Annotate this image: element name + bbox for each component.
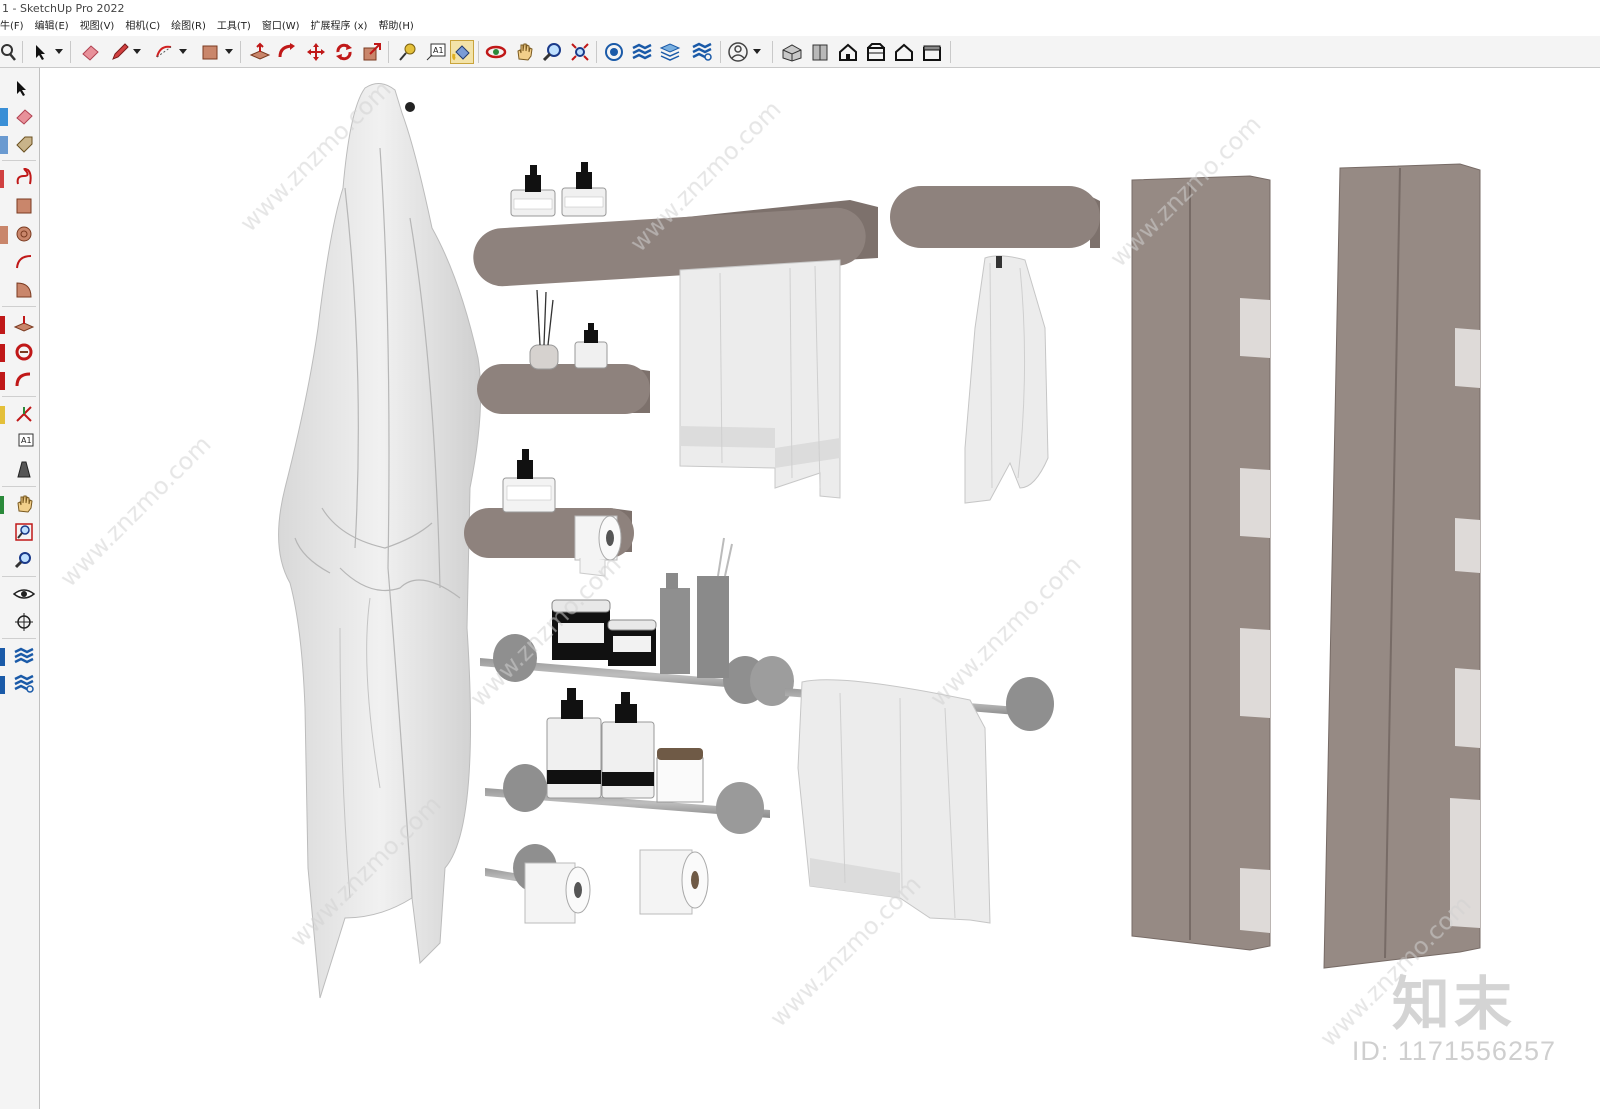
cosmetic-jar	[607, 619, 657, 666]
previous-view-icon[interactable]	[12, 548, 36, 572]
rotated-rectangle-icon[interactable]	[12, 194, 36, 218]
text-tool-icon[interactable]: A1	[424, 40, 448, 64]
text-tool-label: A1	[433, 46, 444, 55]
push-pull-icon[interactable]	[12, 312, 36, 336]
watermark: 知末 ID: 1171556257	[1352, 972, 1556, 1067]
menu-extensions[interactable]: 扩展程序 (x)	[311, 18, 368, 36]
soap-dispenser-metal	[660, 573, 690, 674]
paint-bucket-icon[interactable]	[450, 40, 474, 64]
watermark-text: www.znzmo.com	[54, 430, 216, 592]
eraser-icon[interactable]	[12, 104, 36, 128]
soap-bottle	[561, 162, 607, 217]
chevron-down-icon[interactable]	[52, 40, 66, 64]
freehand-icon[interactable]	[12, 166, 36, 190]
zoom-extents-icon[interactable]	[568, 40, 592, 64]
orbit-icon[interactable]	[484, 40, 508, 64]
model-viewport[interactable]: www.znzmo.com www.znzmo.com www.znzmo.co…	[40, 68, 1600, 1109]
follow-me-icon[interactable]	[276, 40, 300, 64]
pencil-icon[interactable]	[108, 40, 132, 64]
metal-rail-shelf-lower	[485, 688, 770, 834]
layers-icon[interactable]	[658, 40, 682, 64]
styles-icon[interactable]	[12, 672, 36, 696]
polygon-icon[interactable]	[12, 222, 36, 246]
metal-rail-shelf-upper	[480, 537, 794, 706]
diffuser-shelf	[477, 289, 650, 414]
position-camera-icon[interactable]	[12, 610, 36, 634]
look-around-icon[interactable]	[12, 582, 36, 606]
right-view-icon[interactable]	[864, 40, 888, 64]
menu-bar: 牛(F) 编辑(E) 视图(V) 相机(C) 绘图(R) 工具(T) 窗口(W)…	[0, 18, 1600, 36]
left-view-icon[interactable]	[920, 40, 944, 64]
chevron-down-icon[interactable]	[222, 40, 236, 64]
watermark-text: www.znzmo.com	[764, 870, 926, 1032]
pan-icon[interactable]	[512, 40, 536, 64]
text-tool-icon[interactable]: A1	[12, 430, 36, 454]
menu-view[interactable]: 视图(V)	[80, 18, 115, 36]
warehouse-icon[interactable]	[602, 40, 626, 64]
watermark-id: ID: 1171556257	[1351, 1036, 1556, 1066]
menu-camera[interactable]: 相机(C)	[125, 18, 160, 36]
zoom-tool-icon[interactable]	[540, 40, 564, 64]
axes-icon[interactable]	[12, 402, 36, 426]
watermark-text: www.znzmo.com	[924, 550, 1086, 712]
sandbox-icon[interactable]	[630, 40, 654, 64]
select-arrow-icon[interactable]	[12, 76, 36, 100]
tag-icon[interactable]	[12, 132, 36, 156]
soap-bottle	[510, 165, 556, 217]
soap-bottle	[601, 692, 655, 799]
soap-bottle	[574, 323, 608, 369]
tall-storage-column-left	[1131, 175, 1271, 951]
title-bar: 1 - SketchUp Pro 2022	[0, 0, 1600, 18]
menu-file[interactable]: 牛(F)	[0, 18, 24, 36]
front-view-icon[interactable]	[836, 40, 860, 64]
toilet-paper-roll	[639, 849, 709, 915]
back-view-icon[interactable]	[892, 40, 916, 64]
menu-window[interactable]: 窗口(W)	[262, 18, 300, 36]
styles-icon[interactable]	[690, 40, 714, 64]
zoom-window-icon[interactable]	[12, 520, 36, 544]
eraser-icon[interactable]	[78, 40, 102, 64]
move-icon[interactable]	[304, 40, 328, 64]
chevron-down-icon[interactable]	[176, 40, 190, 64]
arc-icon[interactable]	[12, 250, 36, 274]
arc-icon[interactable]	[152, 40, 176, 64]
menu-draw[interactable]: 绘图(R)	[171, 18, 206, 36]
pan-icon[interactable]	[12, 492, 36, 516]
menu-edit[interactable]: 编辑(E)	[35, 18, 69, 36]
section-plane-icon[interactable]	[12, 458, 36, 482]
main-toolbar: A1	[0, 36, 1600, 68]
watermark-logo: 知末	[1391, 970, 1516, 1038]
window-title: 1 - SketchUp Pro 2022	[2, 2, 125, 15]
bathroom-accessories-model: www.znzmo.com www.znzmo.com www.znzmo.co…	[54, 75, 1481, 1052]
menu-tools[interactable]: 工具(T)	[217, 18, 251, 36]
reed-diffuser	[529, 289, 559, 370]
tall-storage-column-right	[1323, 163, 1481, 969]
cosmetic-jar	[656, 748, 704, 803]
text-tool-label: A1	[21, 436, 32, 445]
select-arrow-icon[interactable]	[28, 40, 52, 64]
follow-me-icon[interactable]	[12, 368, 36, 392]
offset-icon[interactable]	[12, 340, 36, 364]
scale-icon[interactable]	[360, 40, 384, 64]
left-toolbar: A1	[0, 68, 40, 1109]
tape-measure-icon[interactable]	[396, 40, 420, 64]
rotate-icon[interactable]	[332, 40, 356, 64]
zoom-icon[interactable]	[0, 40, 20, 64]
rectangle-icon[interactable]	[198, 40, 222, 64]
towel-hook-shelf	[890, 186, 1100, 504]
soap-bottle	[546, 688, 602, 799]
account-icon[interactable]	[726, 40, 750, 64]
chevron-down-icon[interactable]	[130, 40, 144, 64]
chevron-down-icon[interactable]	[750, 40, 764, 64]
push-pull-icon[interactable]	[248, 40, 272, 64]
toothbrush-cup	[697, 537, 733, 678]
top-view-icon[interactable]	[808, 40, 832, 64]
sandbox-icon[interactable]	[12, 644, 36, 668]
menu-help[interactable]: 帮助(H)	[378, 18, 413, 36]
iso-view-icon[interactable]	[780, 40, 804, 64]
soap-bottle	[502, 449, 556, 513]
toilet-roll-holder	[485, 844, 591, 924]
pie-icon[interactable]	[12, 278, 36, 302]
